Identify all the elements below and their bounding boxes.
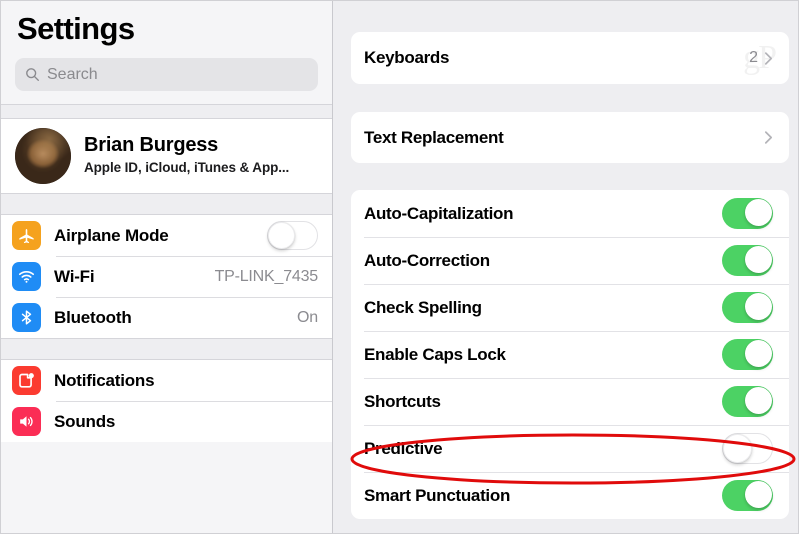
- wifi-network-value: TP-LINK_7435: [214, 267, 319, 285]
- settings-sidebar: Settings Search Brian Burgess Apple ID, …: [1, 1, 333, 533]
- keyboards-card: Keyboards gP 2: [351, 32, 789, 84]
- profile-text: Brian Burgess Apple ID, iCloud, iTunes &…: [84, 133, 289, 178]
- sounds-icon: [12, 407, 41, 436]
- row-shortcuts[interactable]: Shortcuts: [351, 378, 789, 425]
- chevron-right-icon: [764, 130, 773, 145]
- keyboard-settings-panel: Keyboards gP 2 Text Replacement Auto-Cap…: [333, 1, 798, 533]
- row-text-replacement[interactable]: Text Replacement: [351, 112, 789, 163]
- row-smart-punctuation[interactable]: Smart Punctuation: [351, 472, 789, 519]
- bluetooth-icon: [12, 303, 41, 332]
- row-label: Auto-Capitalization: [364, 203, 514, 223]
- sidebar-item-apple-id[interactable]: Brian Burgess Apple ID, iCloud, iTunes &…: [1, 119, 332, 193]
- row-label: Auto-Correction: [364, 250, 490, 270]
- sidebar-item-label: Airplane Mode: [54, 225, 169, 245]
- avatar-photo: [15, 127, 71, 184]
- avatar: [15, 127, 71, 184]
- row-label: Shortcuts: [364, 391, 441, 411]
- sidebar-item-sounds[interactable]: Sounds: [1, 401, 332, 442]
- auto-correction-toggle[interactable]: [722, 245, 773, 276]
- sidebar-item-bluetooth[interactable]: Bluetooth On: [1, 297, 332, 338]
- row-keyboards[interactable]: Keyboards gP 2: [351, 32, 789, 84]
- row-enable-caps-lock[interactable]: Enable Caps Lock: [351, 331, 789, 378]
- profile-subtitle: Apple ID, iCloud, iTunes & App...: [84, 160, 290, 175]
- shortcuts-toggle[interactable]: [722, 386, 773, 417]
- chevron-right-icon: [764, 51, 773, 66]
- row-label: Predictive: [364, 438, 443, 458]
- auto-capitalization-toggle[interactable]: [722, 198, 773, 229]
- predictive-toggle[interactable]: [722, 433, 773, 464]
- sidebar-divider-1: [1, 104, 332, 119]
- row-label: Smart Punctuation: [364, 485, 511, 505]
- row-label: Enable Caps Lock: [364, 344, 506, 364]
- search-input[interactable]: Search: [15, 58, 318, 91]
- row-auto-correction[interactable]: Auto-Correction: [351, 237, 789, 284]
- typing-options-card: Auto-Capitalization Auto-Correction Chec…: [351, 190, 789, 519]
- sidebar-divider-3: [1, 338, 332, 360]
- row-check-spelling[interactable]: Check Spelling: [351, 284, 789, 331]
- enable-caps-lock-toggle[interactable]: [722, 339, 773, 370]
- smart-punctuation-toggle[interactable]: [722, 480, 773, 511]
- sidebar-spacer-top: [1, 91, 332, 104]
- toggle-knob: [745, 293, 772, 320]
- page-title: Settings: [17, 11, 135, 46]
- settings-window: Settings Search Brian Burgess Apple ID, …: [0, 0, 799, 534]
- toggle-knob: [745, 199, 772, 226]
- row-accessory: 2: [749, 49, 773, 67]
- row-label: Check Spelling: [364, 297, 482, 317]
- keyboards-count-value: 2: [749, 49, 758, 66]
- sidebar-group-connectivity: Airplane Mode Wi-Fi TP-LINK_7435 Bluetoo…: [1, 215, 332, 338]
- sidebar-item-label: Notifications: [54, 370, 155, 390]
- toggle-knob: [745, 246, 772, 273]
- notifications-icon: [12, 366, 41, 395]
- sidebar-header: Settings: [1, 1, 332, 49]
- profile-block: Brian Burgess Apple ID, iCloud, iTunes &…: [1, 119, 332, 193]
- row-label: Text Replacement: [364, 127, 504, 147]
- toggle-knob: [745, 481, 772, 508]
- sidebar-item-label: Wi-Fi: [54, 266, 95, 286]
- airplane-mode-toggle[interactable]: [267, 221, 318, 250]
- search-icon: [25, 67, 40, 82]
- wifi-icon: [12, 262, 41, 291]
- row-predictive[interactable]: Predictive: [351, 425, 789, 472]
- profile-name: Brian Burgess: [84, 134, 219, 156]
- sidebar-item-label: Sounds: [54, 411, 116, 431]
- toggle-knob: [723, 434, 752, 463]
- row-auto-capitalization[interactable]: Auto-Capitalization: [351, 190, 789, 237]
- search-placeholder: Search: [47, 65, 98, 83]
- sidebar-item-airplane-mode[interactable]: Airplane Mode: [1, 215, 332, 256]
- sidebar-item-wifi[interactable]: Wi-Fi TP-LINK_7435: [1, 256, 332, 297]
- sidebar-item-notifications[interactable]: Notifications: [1, 360, 332, 401]
- bluetooth-status-value: On: [297, 308, 318, 326]
- row-label: Keyboards: [364, 48, 450, 67]
- toggle-knob: [745, 387, 772, 414]
- toggle-knob: [268, 222, 295, 249]
- check-spelling-toggle[interactable]: [722, 292, 773, 323]
- text-replacement-card: Text Replacement: [351, 112, 789, 163]
- toggle-knob: [745, 340, 772, 367]
- sidebar-group-alerts: Notifications Sounds: [1, 360, 332, 442]
- sidebar-divider-2: [1, 193, 332, 215]
- sidebar-item-label: Bluetooth: [54, 307, 132, 327]
- airplane-icon: [12, 221, 41, 250]
- row-accessory: [764, 130, 773, 145]
